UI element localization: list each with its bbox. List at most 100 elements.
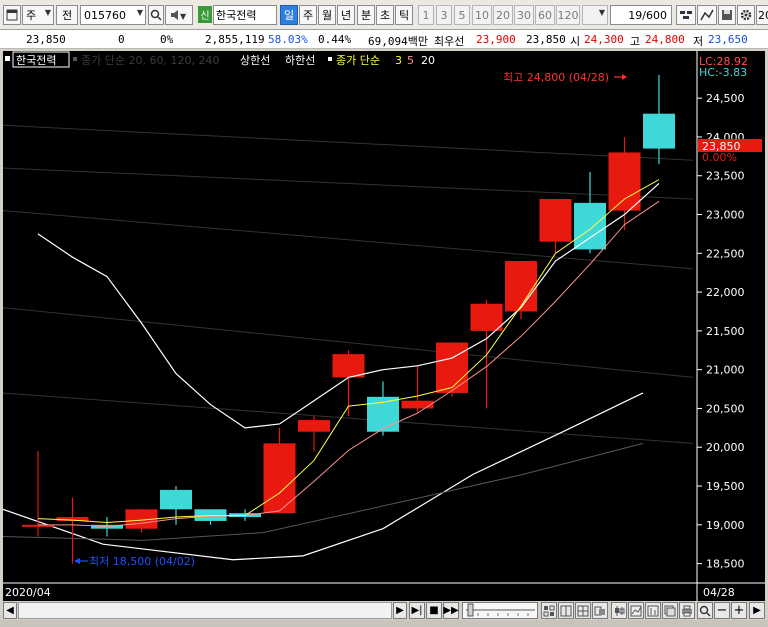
speaker-icon[interactable]: ▼ xyxy=(165,5,193,25)
svg-text:▼: ▼ xyxy=(180,12,187,21)
best-ask: 23,900 xyxy=(476,33,516,46)
window-icon[interactable] xyxy=(3,5,21,25)
compare-icon[interactable] xyxy=(592,602,608,619)
stock-name[interactable]: 한국전력 xyxy=(213,5,277,25)
zoom-out-button[interactable]: − xyxy=(714,602,730,619)
type-button-label: 전 xyxy=(61,9,73,22)
volume-ratio: 58.03% xyxy=(268,33,308,46)
interval-1[interactable]: 1 xyxy=(418,5,434,25)
candle-body xyxy=(574,202,606,250)
save-icon[interactable] xyxy=(718,5,736,25)
stop-button[interactable]: ■ xyxy=(426,602,442,619)
interval-20[interactable]: 20 xyxy=(493,5,513,25)
plus-icon: + xyxy=(733,603,745,618)
period-tick[interactable]: 틱 xyxy=(395,5,413,25)
candle-body xyxy=(263,443,296,514)
page-counter-label: 19/600 xyxy=(628,8,667,22)
y-tick-label: 20,000 xyxy=(706,441,745,454)
period-year-label: 년 xyxy=(340,9,352,22)
grid-icon[interactable] xyxy=(575,602,591,619)
low-label: 저 xyxy=(693,35,704,48)
legend-ma5: 5 xyxy=(407,54,414,67)
date-label-end: 04/28 xyxy=(703,586,735,599)
interval-60[interactable]: 60 xyxy=(535,5,555,25)
interval-3[interactable]: 3 xyxy=(436,5,452,25)
scroll-left-button[interactable]: ◀ xyxy=(3,602,17,619)
high-annotation: 최고 24,800 (04/28) xyxy=(503,71,609,84)
y-tick-label: 18,500 xyxy=(706,558,745,571)
period-day[interactable]: 일 xyxy=(280,5,298,25)
status-strip xyxy=(0,620,768,627)
draw-icon[interactable] xyxy=(697,5,717,25)
multi-chart-icon[interactable] xyxy=(558,602,574,619)
interval-10-label: 10 xyxy=(475,8,489,22)
legend-stock-name: 한국전력 xyxy=(16,54,56,67)
interval-30[interactable]: 30 xyxy=(514,5,534,25)
page-counter: 19/600 xyxy=(610,5,672,25)
gear-icon[interactable] xyxy=(737,5,755,25)
legend-marker xyxy=(5,56,10,61)
new-badge-label: 신 xyxy=(200,11,210,22)
interval-20-label: 20 xyxy=(496,8,510,22)
candle-body xyxy=(436,342,468,393)
low-price: 23,650 xyxy=(708,33,748,46)
stock-code-input[interactable]: 015760 ▼ xyxy=(80,5,146,25)
legend-marker xyxy=(328,57,332,61)
period-tick-label: 틱 xyxy=(398,9,410,22)
bar-style-icon[interactable] xyxy=(645,602,661,619)
print-icon[interactable] xyxy=(679,602,695,619)
candle-body xyxy=(608,152,641,211)
layout-icon[interactable] xyxy=(541,602,557,619)
interval-dropdown[interactable]: ▼ xyxy=(582,5,608,25)
y-tick-label: 21,500 xyxy=(706,325,745,338)
chevron-down-icon: ▼ xyxy=(598,8,605,17)
type-button[interactable]: 전 xyxy=(56,5,78,25)
y-tick-label: 23,500 xyxy=(706,170,745,183)
slider-track-icon xyxy=(466,603,535,617)
market-select[interactable]: 주 ▼ xyxy=(22,5,54,25)
period-year[interactable]: 년 xyxy=(337,5,355,25)
scroll-end-right-button[interactable]: ▶ xyxy=(749,602,765,619)
period-month-label: 월 xyxy=(321,9,333,22)
candlestick-chart: 한국전력 종가 단순 20, 60, 120, 240 상한선 하한선 종가 단… xyxy=(3,51,765,601)
chart-copy-icon[interactable] xyxy=(662,602,678,619)
scroll-right-button[interactable]: ▶ xyxy=(393,602,407,619)
search-icon[interactable] xyxy=(148,5,164,25)
period-month[interactable]: 월 xyxy=(318,5,336,25)
fast-forward-button[interactable]: ▶▶ xyxy=(443,602,459,619)
best-bid: 23,850 xyxy=(526,33,566,46)
period-week-label: 주 xyxy=(302,9,314,22)
candle-body xyxy=(332,354,365,378)
y-tick-label: 21,000 xyxy=(706,364,745,377)
period-minute-label: 분 xyxy=(360,9,372,22)
candle-body xyxy=(470,303,503,331)
scroll-end-icon: ▶| xyxy=(411,605,423,616)
interval-5[interactable]: 5 xyxy=(454,5,470,25)
interval-120-label: 120 xyxy=(557,8,579,22)
scroll-track[interactable] xyxy=(18,602,392,619)
period-week[interactable]: 주 xyxy=(299,5,317,25)
line-style-icon[interactable] xyxy=(628,602,644,619)
interval-120[interactable]: 120 xyxy=(556,5,580,25)
scroll-end-button[interactable]: ▶| xyxy=(409,602,425,619)
volume: 2,855,119 xyxy=(205,33,265,46)
period-second[interactable]: 초 xyxy=(376,5,394,25)
zoom-slider[interactable] xyxy=(462,602,538,619)
y-tick-label: 19,000 xyxy=(706,519,745,532)
interval-10[interactable]: 10 xyxy=(472,5,492,25)
candle-style-icon[interactable] xyxy=(611,602,627,619)
current-price: 23,850 xyxy=(26,33,66,46)
hc-indicator: HC:-3.83 xyxy=(699,66,747,79)
toolbar-overflow[interactable]: 20 xyxy=(756,5,768,25)
zoom-in-button[interactable]: + xyxy=(731,602,747,619)
current-price-pct: 0.00% xyxy=(702,151,737,164)
y-tick-label: 22,500 xyxy=(706,247,745,260)
y-tick-label: 24,500 xyxy=(706,92,745,105)
interval-1-label: 1 xyxy=(422,8,430,22)
period-minute[interactable]: 분 xyxy=(357,5,375,25)
zoom-search-icon[interactable] xyxy=(697,602,713,619)
legend-ma3: 3 xyxy=(395,54,402,67)
candle-body xyxy=(298,420,330,432)
price-chart[interactable]: 한국전력 종가 단순 20, 60, 120, 240 상한선 하한선 종가 단… xyxy=(3,51,765,601)
tools-icon[interactable] xyxy=(676,5,696,25)
